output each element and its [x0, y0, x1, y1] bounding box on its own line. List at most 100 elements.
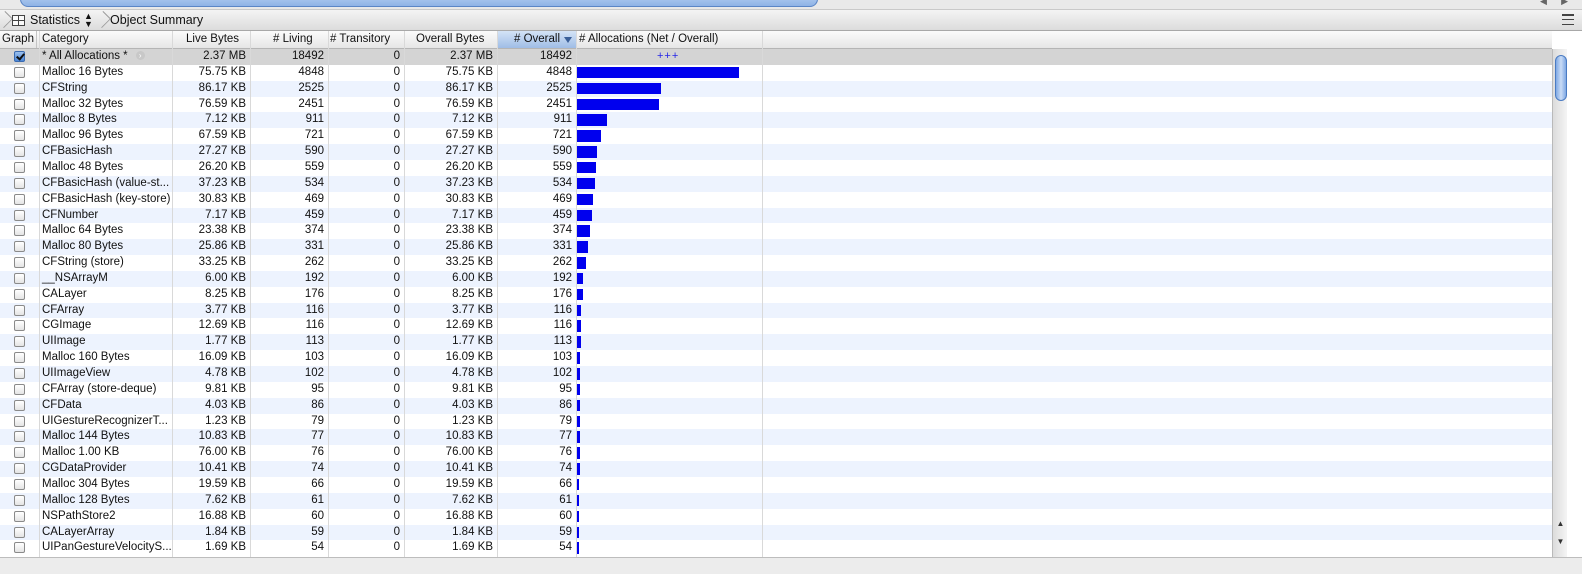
allocations-bar-cell — [577, 303, 763, 319]
allocation-bar — [577, 368, 581, 380]
table-row[interactable]: CFString 86.17 KB 2525 0 86.17 KB 2525 — [0, 80, 1552, 97]
breadcrumb-object-summary[interactable]: Object Summary — [106, 10, 209, 30]
allocations-bar-cell — [577, 493, 763, 509]
graph-checkbox[interactable] — [14, 431, 25, 443]
graph-checkbox[interactable] — [14, 146, 25, 158]
overall-bytes-cell: 10.41 KB — [445, 462, 493, 475]
graph-checkbox[interactable] — [14, 225, 25, 237]
overall-cell: 559 — [552, 160, 572, 173]
focus-arrow-icon[interactable]: › — [135, 51, 145, 61]
scroll-down-arrow-icon[interactable]: ▼ — [1556, 537, 1565, 546]
graph-checkbox[interactable] — [14, 288, 25, 300]
table-row[interactable]: CFNumber 7.17 KB 459 0 7.17 KB 459 — [0, 207, 1552, 224]
table-row[interactable]: UIPanGestureVelocityS... 1.69 KB 54 0 1.69 K… — [0, 540, 1552, 556]
graph-checkbox[interactable] — [14, 241, 25, 253]
table-row[interactable]: UIImage 1.77 KB 113 0 1.77 KB 113 — [0, 334, 1552, 351]
graph-checkbox[interactable] — [14, 352, 25, 364]
graph-checkbox[interactable] — [14, 494, 25, 506]
column-header-graph[interactable]: Graph — [0, 31, 37, 48]
table-row[interactable]: CFArray 3.77 KB 116 0 3.77 KB 116 — [0, 302, 1552, 319]
up-down-arrows-icon[interactable]: ▲ ▼ — [84, 12, 93, 29]
table-row[interactable]: Malloc 1.00 KB 76.00 KB 76 0 76.00 KB 76 — [0, 445, 1552, 461]
column-header-overall[interactable]: # Overall — [498, 31, 577, 48]
graph-checkbox[interactable] — [14, 368, 25, 379]
column-header-transitory[interactable]: # Transitory — [329, 31, 405, 48]
graph-checkbox[interactable] — [14, 336, 25, 348]
table-row[interactable]: Malloc 8 Bytes 7.12 KB 911 0 7.12 KB 911 — [0, 112, 1552, 129]
table-row[interactable]: CFBasicHash 27.27 KB 590 0 27.27 KB 590 — [0, 144, 1552, 160]
graph-checkbox[interactable] — [14, 51, 25, 62]
table-row[interactable]: CFBasicHash (key-store) 30.83 KB 469 0 30.83… — [0, 192, 1552, 208]
overall-cell: 4848 — [546, 65, 572, 78]
list-menu-icon[interactable] — [1562, 14, 1574, 25]
vertical-scrollbar[interactable]: ▲ ▼ — [1552, 49, 1567, 557]
table-row[interactable]: CFArray (store-deque) 9.81 KB 95 0 9.81 KB 95 — [0, 382, 1552, 398]
table-row[interactable]: Malloc 128 Bytes 7.62 KB 61 0 7.62 KB 61 — [0, 492, 1552, 509]
overall-bytes-cell: 33.25 KB — [445, 256, 493, 269]
table-row[interactable]: CALayerArray 1.84 KB 59 0 1.84 KB 59 — [0, 524, 1552, 541]
living-cell: 116 — [305, 319, 324, 332]
table-row[interactable]: UIImageView 4.78 KB 102 0 4.78 KB 102 — [0, 366, 1552, 382]
transitory-cell: 0 — [393, 398, 400, 411]
graph-checkbox[interactable] — [14, 114, 25, 126]
allocations-bar-cell — [577, 414, 763, 430]
table-row[interactable]: Malloc 48 Bytes 26.20 KB 559 0 26.20 KB 559 — [0, 160, 1552, 176]
graph-checkbox[interactable] — [14, 82, 25, 94]
graph-checkbox[interactable] — [14, 542, 25, 554]
table-row[interactable]: NSPathStore2 16.88 KB 60 0 16.88 KB 60 — [0, 509, 1552, 525]
table-row[interactable]: Malloc 160 Bytes 16.09 KB 103 0 16.09 KB 103 — [0, 350, 1552, 366]
table-row[interactable]: CGImage 12.69 KB 116 0 12.69 KB 116 — [0, 318, 1552, 334]
table-row[interactable]: Malloc 144 Bytes 10.83 KB 77 0 10.83 KB 77 — [0, 429, 1552, 446]
graph-checkbox[interactable] — [14, 304, 25, 316]
transitory-cell: 0 — [393, 160, 400, 173]
graph-checkbox[interactable] — [14, 383, 25, 395]
column-header-category[interactable]: Category — [40, 31, 173, 48]
graph-checkbox[interactable] — [14, 257, 25, 269]
graph-checkbox[interactable] — [14, 193, 25, 205]
column-header-living[interactable]: # Living — [251, 31, 329, 48]
track-nav-arrows[interactable]: ◀ ▶ — [1540, 0, 1568, 8]
living-cell: 176 — [304, 287, 324, 300]
overall-bytes-cell: 7.17 KB — [452, 208, 493, 221]
graph-checkbox[interactable] — [14, 98, 25, 110]
graph-checkbox[interactable] — [14, 526, 25, 538]
breadcrumb-instrument-view[interactable]: Statistics ▲ ▼ — [8, 10, 98, 30]
table-row[interactable]: Malloc 32 Bytes 76.59 KB 2451 0 76.59 KB 2451 — [0, 97, 1552, 113]
graph-checkbox[interactable] — [14, 130, 25, 142]
table-row[interactable]: Malloc 64 Bytes 23.38 KB 374 0 23.38 KB 374 — [0, 223, 1552, 239]
breadcrumb-separator — [0, 10, 8, 30]
table-row[interactable]: Malloc 16 Bytes 75.75 KB 4848 0 75.75 KB 4848 — [0, 65, 1552, 81]
graph-checkbox[interactable] — [14, 478, 25, 490]
table-row[interactable]: UIGestureRecognizerT... 1.23 KB 79 0 1.23 KB… — [0, 414, 1552, 430]
graph-checkbox[interactable] — [14, 320, 25, 332]
graph-checkbox[interactable] — [14, 415, 25, 427]
summary-row[interactable]: * All Allocations * › 2.37 MB 18492 0 2.3… — [0, 49, 1552, 65]
graph-checkbox[interactable] — [14, 510, 25, 522]
graph-checkbox[interactable] — [14, 177, 25, 189]
scrollbar-thumb[interactable] — [1555, 55, 1567, 101]
table-row[interactable]: CALayer 8.25 KB 176 0 8.25 KB 176 — [0, 287, 1552, 303]
track-scrubber[interactable] — [20, 0, 818, 7]
table-row[interactable]: CFString (store) 33.25 KB 262 0 33.25 KB 262 — [0, 255, 1552, 271]
table-row[interactable]: CFBasicHash (value-st... 37.23 KB 534 0 37.2… — [0, 175, 1552, 192]
graph-checkbox[interactable] — [14, 399, 25, 411]
table-header: Graph Category Live Bytes # Living # Tra… — [0, 31, 1552, 49]
table-row[interactable]: Malloc 96 Bytes 67.59 KB 721 0 67.59 KB 721 — [0, 128, 1552, 144]
graph-checkbox[interactable] — [14, 463, 25, 475]
table-row[interactable]: CFData 4.03 KB 86 0 4.03 KB 86 — [0, 397, 1552, 414]
graph-checkbox[interactable] — [14, 272, 25, 284]
graph-checkbox[interactable] — [14, 161, 25, 173]
overall-bytes-cell: 19.59 KB — [445, 477, 493, 490]
column-header-allocations[interactable]: # Allocations (Net / Overall) — [577, 31, 763, 48]
table-row[interactable]: Malloc 304 Bytes 19.59 KB 66 0 19.59 KB 66 — [0, 477, 1552, 493]
column-header-live-bytes[interactable]: Live Bytes — [173, 31, 251, 48]
scroll-up-arrow-icon[interactable]: ▲ — [1556, 519, 1565, 528]
graph-checkbox[interactable] — [14, 447, 25, 459]
table-row[interactable]: CGDataProvider 10.41 KB 74 0 10.41 KB 74 — [0, 461, 1552, 477]
column-header-overall-bytes[interactable]: Overall Bytes — [405, 31, 498, 48]
table-row[interactable]: Malloc 80 Bytes 25.86 KB 331 0 25.86 KB 331 — [0, 239, 1552, 256]
graph-checkbox[interactable] — [14, 66, 25, 78]
transitory-cell: 0 — [393, 493, 400, 506]
table-row[interactable]: __NSArrayM 6.00 KB 192 0 6.00 KB 192 — [0, 270, 1552, 287]
graph-checkbox[interactable] — [14, 209, 25, 221]
